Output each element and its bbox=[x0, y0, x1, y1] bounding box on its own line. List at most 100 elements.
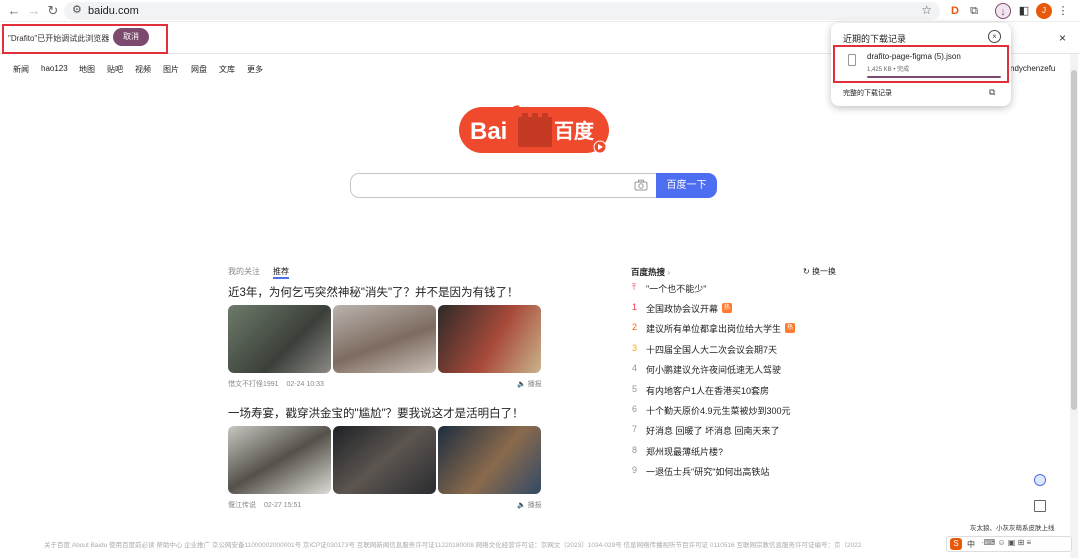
refresh-button[interactable]: ↻ 换一换 bbox=[803, 266, 836, 277]
download-progress-bar bbox=[867, 76, 1001, 78]
hot-item-text: 建议所有单位都拿出岗位给大学生 bbox=[646, 324, 782, 335]
download-status: 1,425 KB • 完成 bbox=[867, 67, 910, 73]
refresh-label: 换一换 bbox=[811, 267, 836, 276]
downloads-close-icon[interactable]: × bbox=[988, 30, 1001, 43]
footer-links[interactable]: 关于百度 About Baidu 使用百度前必读 帮助中心 企业推广 京公网安备… bbox=[44, 539, 861, 549]
article-thumbnail[interactable] bbox=[228, 305, 331, 373]
hot-badge: 热 bbox=[722, 303, 732, 313]
browser-toolbar: ← → ↻ ⚙ baidu.com ☆ D ⧉ ↓ ◧ J ⋮ bbox=[0, 0, 1080, 22]
hot-item-text: 全国政协会议开幕 bbox=[646, 304, 719, 314]
download-item[interactable]: drafito-page-figma (5).json 1,425 KB • 完… bbox=[833, 45, 1009, 83]
hot-item-rank: 4 bbox=[632, 363, 638, 374]
article-thumbnail[interactable] bbox=[228, 426, 331, 494]
tab-recommended[interactable]: 推荐 bbox=[273, 266, 289, 277]
hot-item-rank: 7 bbox=[632, 424, 638, 435]
nav-hao123[interactable]: hao123 bbox=[41, 64, 68, 73]
nav-tieba[interactable]: 贴吧 bbox=[107, 64, 123, 75]
scrollbar-thumb[interactable] bbox=[1071, 70, 1077, 410]
chevron-right-icon: › bbox=[667, 267, 671, 277]
hot-item-rank: 6 bbox=[632, 404, 638, 414]
article-thumbnail[interactable] bbox=[438, 426, 541, 494]
article-thumbnail[interactable] bbox=[333, 305, 436, 373]
nav-netdisk[interactable]: 网盘 bbox=[191, 64, 207, 75]
menu-kebab-icon[interactable]: ⋮ bbox=[1055, 3, 1071, 19]
nav-images[interactable]: 图片 bbox=[163, 64, 179, 75]
refresh-icon: ↻ bbox=[803, 267, 810, 276]
camera-icon[interactable] bbox=[634, 179, 648, 191]
nav-more[interactable]: 更多 bbox=[247, 64, 263, 75]
hot-item-rank: 9 bbox=[632, 465, 638, 476]
report-label: 播报 bbox=[527, 381, 542, 388]
debug-message: "Drafito"已开始调试此浏览器 bbox=[8, 34, 110, 43]
extension-d-icon[interactable]: D bbox=[947, 3, 963, 19]
profile-avatar[interactable]: J bbox=[1036, 3, 1052, 19]
article-title[interactable]: 一场寿宴，戳穿洪金宝的"尴尬"？要我说这才是活明白了！ bbox=[228, 405, 524, 421]
logo-text-baidu: 百度 bbox=[554, 119, 595, 143]
bookmark-star-icon[interactable]: ☆ bbox=[921, 3, 932, 17]
hot-item-rank: 2 bbox=[632, 322, 638, 333]
file-icon bbox=[848, 54, 856, 66]
article-time: 02-27 15:51 bbox=[263, 502, 302, 509]
open-external-icon[interactable]: ⧉ bbox=[989, 87, 995, 98]
article-meta: 惜文不打怪1991 02-24 10:33 bbox=[228, 379, 324, 389]
hot-item-rank: 8 bbox=[632, 444, 638, 455]
report-button[interactable]: 🔈 播报 bbox=[517, 500, 542, 510]
forward-icon[interactable]: → bbox=[26, 3, 42, 19]
all-downloads-link[interactable]: 完整的下载记录 bbox=[843, 88, 892, 98]
back-icon[interactable]: ← bbox=[6, 3, 22, 19]
downloads-title: 近期的下载记录 bbox=[843, 34, 907, 44]
ime-lang[interactable]: 中 bbox=[967, 539, 975, 550]
pin-top-icon: ⤒ bbox=[632, 282, 636, 292]
sogou-ime-icon: S bbox=[950, 538, 962, 550]
search-button[interactable]: 百度一下 bbox=[656, 173, 717, 198]
nav-video[interactable]: 视频 bbox=[135, 64, 151, 75]
hot-item-text: 十个勤天原价4.9元生菜被炒到300元 bbox=[646, 406, 791, 416]
article-title[interactable]: 近3年，为何乞丐突然神秘"消失"了？并不是因为有钱了！ bbox=[228, 284, 519, 300]
hot-item-rank: 5 bbox=[632, 383, 638, 394]
speaker-icon: 🔈 bbox=[517, 381, 526, 388]
hot-item-text: 郑州现最薄纸片楼? bbox=[646, 446, 724, 457]
article-source[interactable]: 偃江传说 bbox=[228, 502, 256, 509]
hot-item-text: "一个也不能少" bbox=[646, 284, 707, 294]
article-time: 02-24 10:33 bbox=[286, 381, 324, 388]
downloads-icon[interactable]: ↓ bbox=[995, 3, 1011, 19]
article-thumbnail[interactable] bbox=[438, 305, 541, 373]
hot-search-title[interactable]: 百度热搜 › bbox=[631, 266, 670, 278]
assistant-icon[interactable] bbox=[1034, 474, 1046, 486]
tab-following[interactable]: 我的关注 bbox=[228, 266, 260, 277]
download-file-name: drafito-page-figma (5).json bbox=[867, 52, 961, 61]
hot-badge: 热 bbox=[785, 323, 795, 334]
nav-wenku[interactable]: 文库 bbox=[219, 64, 235, 75]
search-input[interactable] bbox=[350, 173, 657, 198]
cancel-debug-button[interactable]: 取消 bbox=[113, 28, 149, 46]
article-source[interactable]: 惜文不打怪1991 bbox=[228, 381, 279, 388]
logo-text-bai: Bai bbox=[470, 118, 507, 145]
footer: 关于百度 About Baidu 使用百度前必读 帮助中心 企业推广 京公网安备… bbox=[0, 537, 1080, 551]
hot-item-text: 好消息 回暖了 坏消息 回南天来了 bbox=[646, 426, 780, 437]
report-label: 播报 bbox=[527, 502, 542, 509]
ime-skin-hint[interactable]: 灰太狼、小灰灰萌系皮肤上线 bbox=[970, 522, 1055, 532]
article-thumbnail[interactable] bbox=[333, 426, 436, 494]
url-text: baidu.com bbox=[88, 5, 139, 17]
address-bar[interactable]: ⚙ baidu.com ☆ bbox=[64, 2, 940, 20]
report-button[interactable]: 🔈 播报 bbox=[517, 379, 542, 389]
hot-search-title-text: 百度热搜 bbox=[631, 267, 666, 277]
active-tab-indicator bbox=[273, 277, 289, 279]
username-link[interactable]: ndychenzefu bbox=[1010, 64, 1055, 73]
side-panel-icon[interactable]: ◧ bbox=[1016, 3, 1032, 19]
nav-map[interactable]: 地图 bbox=[79, 64, 95, 75]
article-meta: 偃江传说 02-27 15:51 bbox=[228, 500, 301, 510]
hot-item-rank: 1 bbox=[632, 302, 638, 312]
extensions-puzzle-icon[interactable]: ⧉ bbox=[966, 3, 982, 19]
hot-item-text: 何小鹏建议允许夜间低速无人驾驶 bbox=[646, 365, 782, 376]
hot-item-text: 一退伍士兵"研究"如何出高铁站 bbox=[646, 467, 770, 478]
hot-item-rank: 3 bbox=[632, 342, 638, 353]
ime-toolbar[interactable]: S 中 ·⌨ ☺ ▣ ⊞ ≡ bbox=[946, 536, 1072, 552]
nav-news[interactable]: 新闻 bbox=[13, 64, 29, 75]
ime-tools-icons[interactable]: ·⌨ ☺ ▣ ⊞ ≡ bbox=[981, 538, 1031, 547]
reload-icon[interactable]: ↻ bbox=[45, 3, 61, 19]
qr-code-icon[interactable] bbox=[1034, 500, 1046, 512]
infobar-close-icon[interactable]: × bbox=[1059, 31, 1066, 45]
site-info-icon[interactable]: ⚙ bbox=[72, 3, 82, 16]
hot-item-text: 有内地客户1人在香港买10套房 bbox=[646, 385, 770, 396]
